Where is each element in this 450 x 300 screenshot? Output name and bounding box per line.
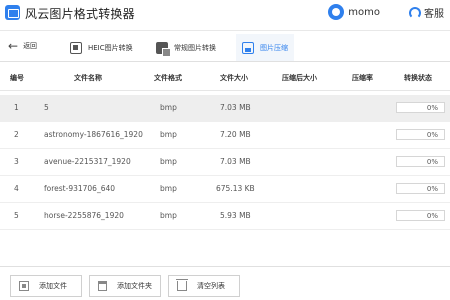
headset-icon[interactable] (409, 6, 421, 19)
tab-image-convert[interactable]: 常规图片转换 (150, 34, 222, 61)
progress-text: 0% (426, 185, 438, 193)
add-folder-label[interactable]: 添加文件夹 (117, 281, 152, 291)
arrow-left-icon[interactable]: ← (8, 39, 18, 53)
table-row[interactable]: 1 5 bmp 7.03 MB 0% (0, 95, 450, 122)
tab-label: 常规图片转换 (174, 43, 216, 52)
user-name[interactable]: momo (348, 7, 380, 18)
table-header: 编号 文件名称 文件格式 文件大小 压缩后大小 压缩率 转换状态 (0, 63, 450, 91)
image-convert-icon (156, 41, 171, 57)
progress-text: 0% (426, 104, 438, 112)
row-file-name: horse-2255876_1920 (44, 211, 124, 220)
progress-bar: 0% (396, 129, 445, 140)
row-index: 2 (14, 130, 19, 139)
table-row[interactable]: 4 forest-931706_640 bmp 675.13 KB 0% (0, 176, 450, 203)
add-folder-button[interactable]: 添加文件夹 (89, 275, 161, 297)
add-file-icon[interactable] (19, 281, 29, 291)
folder-icon[interactable] (98, 281, 107, 291)
compress-icon (242, 41, 254, 54)
back-button[interactable]: ← 返回 (8, 39, 37, 53)
progress-bar: 0% (396, 183, 445, 194)
row-index: 4 (14, 184, 19, 193)
avatar-icon[interactable] (328, 4, 345, 20)
heic-icon (70, 41, 82, 54)
row-file-size: 7.03 MB (220, 103, 251, 112)
progress-text: 0% (426, 131, 438, 139)
tab-bar: ← 返回 HEIC图片转换 常规图片转换 图片压缩 (0, 30, 450, 62)
column-header-ratio: 压缩率 (352, 74, 373, 82)
tab-image-compress[interactable]: 图片压缩 (236, 34, 294, 61)
row-index: 3 (14, 157, 19, 166)
row-index: 5 (14, 211, 19, 220)
row-index: 1 (14, 103, 19, 112)
row-file-format: bmp (160, 130, 177, 139)
tab-label: 图片压缩 (260, 43, 288, 52)
tab-heic-convert[interactable]: HEIC图片转换 (64, 34, 139, 61)
app-logo-icon (5, 5, 20, 20)
table-row[interactable]: 3 avenue-2215317_1920 bmp 7.03 MB 0% (0, 149, 450, 176)
column-header-format: 文件格式 (154, 74, 182, 82)
row-file-name: avenue-2215317_1920 (44, 157, 131, 166)
title-bar: 风云图片格式转换器 momo 客服 (0, 0, 450, 28)
row-file-name: forest-931706_640 (44, 184, 116, 193)
row-file-size: 7.03 MB (220, 157, 251, 166)
row-file-name: astronomy-1867616_1920 (44, 130, 143, 139)
row-file-name: 5 (44, 103, 49, 112)
bottom-toolbar: 添加文件 添加文件夹 清空列表 (0, 266, 450, 300)
clear-list-button[interactable]: 清空列表 (168, 275, 240, 297)
column-header-name: 文件名称 (74, 74, 102, 82)
app-title: 风云图片格式转换器 (25, 7, 135, 21)
tab-label: HEIC图片转换 (88, 43, 133, 52)
progress-text: 0% (426, 158, 438, 166)
column-header-status: 转换状态 (404, 74, 432, 82)
progress-bar: 0% (396, 102, 445, 113)
add-file-label[interactable]: 添加文件 (39, 281, 67, 291)
add-file-button[interactable]: 添加文件 (10, 275, 82, 297)
progress-bar: 0% (396, 156, 445, 167)
progress-bar: 0% (396, 210, 445, 221)
user-account[interactable]: momo (328, 4, 380, 20)
column-header-size: 文件大小 (220, 74, 248, 82)
trash-icon[interactable] (176, 279, 188, 291)
support-button[interactable]: 客服 (409, 5, 444, 20)
back-label[interactable]: 返回 (23, 39, 37, 53)
column-header-compressed-size: 压缩后大小 (282, 74, 317, 82)
support-label[interactable]: 客服 (424, 5, 444, 20)
row-file-format: bmp (160, 184, 177, 193)
table-row[interactable]: 5 horse-2255876_1920 bmp 5.93 MB 0% (0, 203, 450, 230)
row-file-format: bmp (160, 103, 177, 112)
clear-list-label[interactable]: 清空列表 (197, 281, 225, 291)
row-file-size: 675.13 KB (216, 184, 255, 193)
row-file-format: bmp (160, 157, 177, 166)
row-file-format: bmp (160, 211, 177, 220)
row-file-size: 5.93 MB (220, 211, 251, 220)
column-header-index: 编号 (10, 74, 24, 82)
progress-text: 0% (426, 212, 438, 220)
table-row[interactable]: 2 astronomy-1867616_1920 bmp 7.20 MB 0% (0, 122, 450, 149)
row-file-size: 7.20 MB (220, 130, 251, 139)
